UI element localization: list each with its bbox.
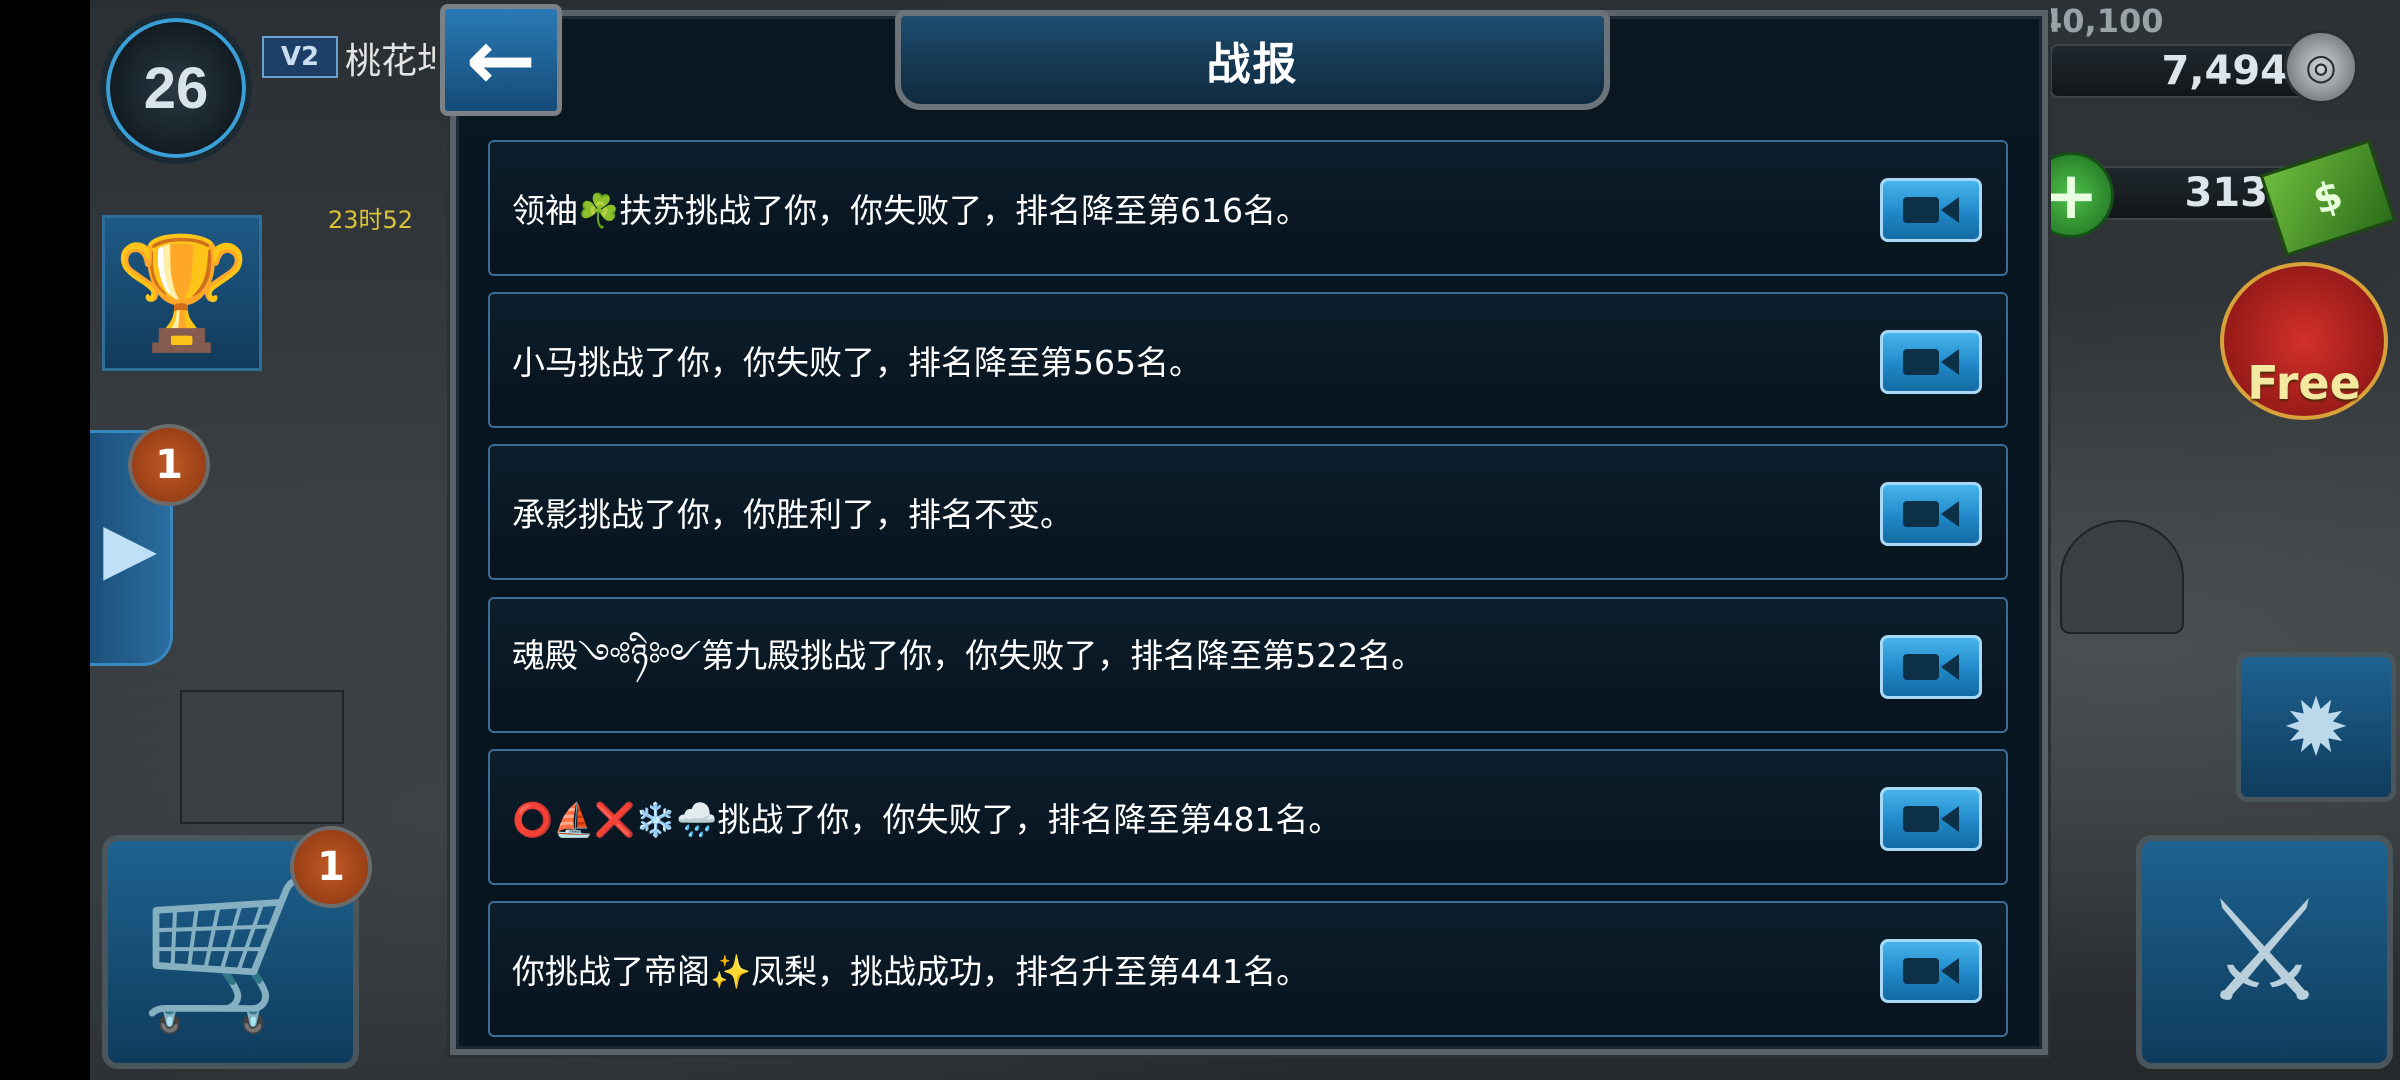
base-building [180, 690, 344, 824]
back-button[interactable]: ← [440, 4, 562, 116]
free-gift-label: Free [2247, 356, 2361, 410]
replay-button[interactable] [1880, 635, 1982, 699]
dialog-title: 战报 [1206, 39, 1299, 90]
player-name: 桃花坞 [345, 41, 435, 82]
video-camera-icon [1903, 349, 1959, 375]
report-row: 承影挑战了你，你胜利了，排名不变。 [488, 444, 2008, 580]
trophy-icon: 🏆 [113, 228, 251, 357]
notification-badge: 1 [128, 424, 210, 506]
back-arrow-icon: ← [465, 11, 537, 109]
report-text: ⭕⛵❌❄️🌧️挑战了你，你失败了，排名降至第481名。 [512, 800, 1342, 839]
video-camera-icon [1903, 654, 1959, 680]
coin-icon: ◎ [2284, 30, 2358, 104]
report-row: 领袖☘️扶苏挑战了你，你失败了，排名降至第616名。 [488, 140, 2008, 276]
replay-button[interactable] [1880, 939, 1982, 1003]
player-level-badge[interactable]: 26 [100, 12, 252, 164]
cart-icon: 🛒 [137, 865, 324, 1039]
letterbox-left [0, 0, 90, 1080]
report-text: 你挑战了帝阁✨凤梨，挑战成功，排名升至第441名。 [512, 952, 1310, 991]
report-text: 领袖☘️扶苏挑战了你，你失败了，排名降至第616名。 [512, 191, 1310, 230]
video-camera-icon [1903, 501, 1959, 527]
gold-total: 40,100 [2040, 2, 2164, 40]
video-camera-icon [1903, 958, 1959, 984]
report-text: 承影挑战了你，你胜利了，排名不变。 [512, 495, 1073, 534]
replay-button[interactable] [1880, 787, 1982, 851]
replay-button[interactable] [1880, 482, 1982, 546]
video-camera-icon [1903, 806, 1959, 832]
replay-button[interactable] [1880, 178, 1982, 242]
cart-badge: 1 [290, 826, 372, 908]
crossed-guns-icon: ⚔ [2201, 870, 2328, 1034]
cash-value: 313 [2184, 170, 2269, 216]
video-camera-icon [1903, 197, 1959, 223]
free-gift-button[interactable]: Free [2220, 262, 2388, 420]
report-text: 魂殿༺ཉི༻第九殿挑战了你，你失败了，排名降至第522名。 [512, 635, 1425, 675]
dialog-title-plate: 战报 [895, 10, 1610, 110]
report-text: 小马挑战了你，你失败了，排名降至第565名。 [512, 343, 1202, 382]
report-row: 魂殿༺ཉི༻第九殿挑战了你，你失败了，排名降至第522名。 [488, 597, 2008, 733]
battle-button[interactable]: ⚔ [2136, 835, 2393, 1069]
silver-value: 7,494 [2161, 48, 2288, 94]
report-row: 你挑战了帝阁✨凤梨，挑战成功，排名升至第441名。 [488, 901, 2008, 1037]
chevron-right-icon: ▶ [103, 507, 157, 589]
emblem-icon: ✹ [2282, 680, 2350, 774]
timer-text: 23时52 [328, 206, 414, 234]
silver-bar: 7,494 [2050, 44, 2310, 98]
replay-button[interactable] [1880, 330, 1982, 394]
player-level: 26 [143, 55, 209, 121]
base-tower [2060, 520, 2184, 634]
report-row: 小马挑战了你，你失败了，排名降至第565名。 [488, 292, 2008, 428]
report-row: ⭕⛵❌❄️🌧️挑战了你，你失败了，排名降至第481名。 [488, 749, 2008, 885]
alliance-emblem-button[interactable]: ✹ [2236, 652, 2396, 802]
trophy-button[interactable]: 🏆 [102, 215, 262, 371]
vip-tag[interactable]: V2 [262, 36, 338, 78]
